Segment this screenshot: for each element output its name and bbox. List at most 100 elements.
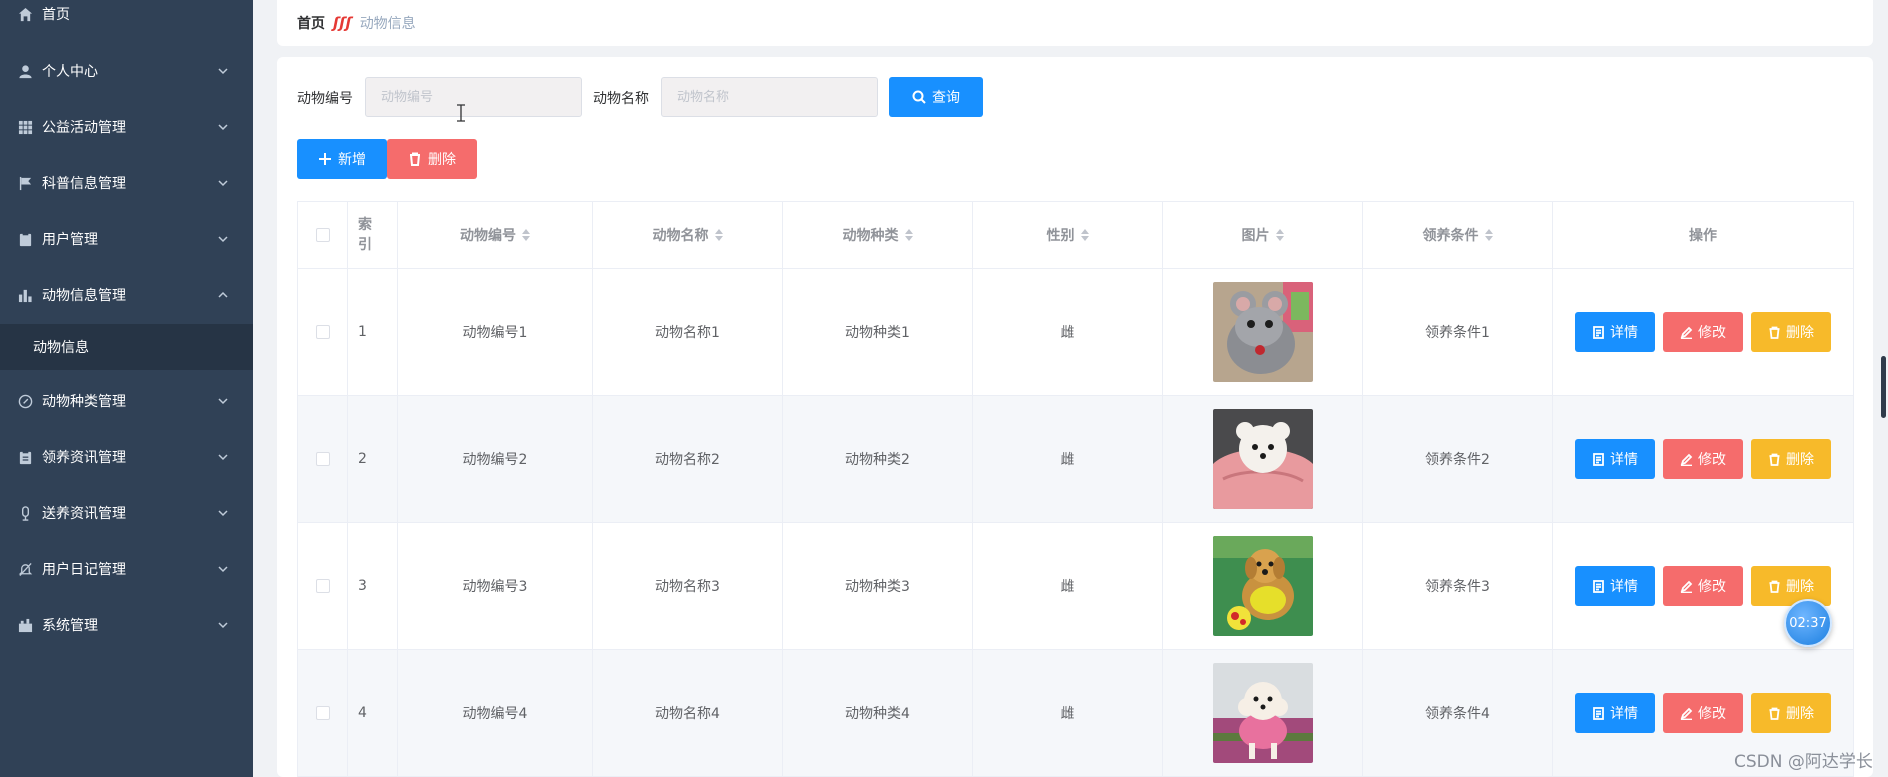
row-condition: 领养条件2 (1363, 396, 1553, 522)
header-name[interactable]: 动物名称 (593, 202, 783, 268)
delete-label: 删除 (1786, 579, 1814, 595)
header-type[interactable]: 动物种类 (783, 202, 973, 268)
sort-icon[interactable] (1484, 229, 1493, 241)
batch-delete-button[interactable]: 删除 (387, 139, 477, 179)
header-no-label: 动物编号 (460, 228, 516, 244)
sort-icon[interactable] (1275, 229, 1284, 241)
edit-button[interactable]: 修改 (1663, 693, 1743, 733)
edit-button[interactable]: 修改 (1663, 566, 1743, 606)
row-index: 3 (348, 523, 398, 649)
row-no: 动物编号2 (398, 396, 593, 522)
chevron-down-icon (217, 563, 229, 575)
animal-photo-chinchilla[interactable] (1212, 282, 1313, 382)
animal-name-input[interactable] (661, 77, 878, 117)
header-name-label: 动物名称 (652, 228, 709, 244)
row-sex: 雌 (973, 650, 1163, 776)
page-scrollbar[interactable] (1881, 356, 1886, 418)
chevron-up-icon (217, 289, 229, 301)
header-image[interactable]: 图片 (1163, 202, 1363, 268)
sidebar-item-rehoming-news[interactable]: 送养资讯管理 (0, 490, 253, 536)
delete-label: 删除 (1786, 706, 1814, 722)
animal-photo-pomeranian[interactable] (1212, 409, 1313, 509)
detail-button[interactable]: 详情 (1575, 312, 1655, 352)
delete-button[interactable]: 删除 (1751, 693, 1831, 733)
pencil-icon (1680, 326, 1693, 339)
header-actions-label: 操作 (1689, 228, 1717, 244)
header-no[interactable]: 动物编号 (398, 202, 593, 268)
edit-label: 修改 (1698, 706, 1726, 722)
breadcrumb-current: 动物信息 (359, 16, 416, 32)
row-checkbox[interactable] (315, 452, 330, 466)
trash-icon (1769, 707, 1780, 720)
row-sex: 雌 (973, 269, 1163, 395)
row-image-cell (1163, 650, 1363, 776)
compass-icon (17, 393, 33, 409)
sidebar-item-label: 用户管理 (42, 232, 98, 248)
header-sex[interactable]: 性别 (973, 202, 1163, 268)
query-button[interactable]: 查询 (889, 77, 983, 117)
detail-button[interactable]: 详情 (1575, 566, 1655, 606)
flag-icon (17, 175, 33, 191)
sidebar-subitem-animal-info[interactable]: 动物信息 (0, 324, 253, 370)
batch-delete-button-label: 删除 (428, 152, 456, 168)
floating-timer[interactable]: 02:37 (1784, 599, 1832, 647)
chevron-down-icon (217, 507, 229, 519)
breadcrumb: 首页 ʃʃʃ 动物信息 (277, 0, 1873, 46)
row-checkbox[interactable] (315, 706, 330, 720)
select-all-checkbox[interactable] (315, 228, 330, 242)
sidebar-item-animal-info-management[interactable]: 动物信息管理 (0, 272, 253, 318)
trash-icon (410, 152, 420, 166)
pencil-icon (1680, 453, 1693, 466)
row-name: 动物名称2 (593, 396, 783, 522)
edit-button[interactable]: 修改 (1663, 312, 1743, 352)
sort-icon[interactable] (714, 229, 723, 241)
grid-icon (17, 119, 33, 135)
header-condition-label: 领养条件 (1422, 228, 1479, 244)
header-index-label: 索引 (358, 217, 372, 253)
row-no: 动物编号4 (398, 650, 593, 776)
detail-button[interactable]: 详情 (1575, 693, 1655, 733)
home-icon (17, 6, 33, 22)
detail-label: 详情 (1610, 706, 1638, 722)
detail-button[interactable]: 详情 (1575, 439, 1655, 479)
sidebar-item-science-info[interactable]: 科普信息管理 (0, 160, 253, 206)
add-button[interactable]: 新增 (297, 139, 387, 179)
sidebar-item-personal-center[interactable]: 个人中心 (0, 48, 253, 94)
chevron-down-icon (217, 233, 229, 245)
row-image-cell (1163, 269, 1363, 395)
table-row: 4 动物编号4 动物名称4 动物种类4 雌 领养条件4 详情 修改 删除 (298, 650, 1853, 777)
sidebar-item-label: 个人中心 (42, 64, 98, 80)
pencil-icon (1680, 580, 1693, 593)
sort-icon[interactable] (904, 229, 913, 241)
header-condition[interactable]: 领养条件 (1363, 202, 1553, 268)
sidebar-item-charity-activity[interactable]: 公益活动管理 (0, 104, 253, 150)
delete-button[interactable]: 删除 (1751, 566, 1831, 606)
sidebar-item-system-management[interactable]: 系统管理 (0, 602, 253, 648)
sort-icon[interactable] (522, 229, 530, 241)
plus-icon (319, 153, 331, 165)
sidebar-item-user-diary[interactable]: 用户日记管理 (0, 546, 253, 592)
sidebar-item-animal-type-management[interactable]: 动物种类管理 (0, 378, 253, 424)
row-no: 动物编号3 (398, 523, 593, 649)
detail-label: 详情 (1610, 452, 1638, 468)
animal-no-input[interactable] (365, 77, 582, 117)
animal-photo-poodle[interactable] (1212, 663, 1313, 763)
delete-button[interactable]: 删除 (1751, 439, 1831, 479)
sidebar-item-home[interactable]: 首页 (0, 0, 253, 37)
sidebar-item-adoption-news[interactable]: 领养资讯管理 (0, 434, 253, 480)
animal-photo-golden-dog[interactable] (1212, 536, 1313, 636)
header-type-label: 动物种类 (842, 228, 899, 244)
breadcrumb-home[interactable]: 首页 (297, 13, 325, 33)
document-icon (1593, 452, 1604, 466)
chevron-down-icon (217, 65, 229, 77)
row-checkbox[interactable] (315, 579, 330, 593)
row-type: 动物种类4 (783, 650, 973, 776)
edit-label: 修改 (1698, 452, 1726, 468)
edit-button[interactable]: 修改 (1663, 439, 1743, 479)
delete-button[interactable]: 删除 (1751, 312, 1831, 352)
row-checkbox[interactable] (315, 325, 330, 339)
watermark: CSDN @阿达学长 (1734, 752, 1873, 772)
sidebar-item-user-management[interactable]: 用户管理 (0, 216, 253, 262)
row-name: 动物名称3 (593, 523, 783, 649)
sort-icon[interactable] (1080, 229, 1089, 241)
